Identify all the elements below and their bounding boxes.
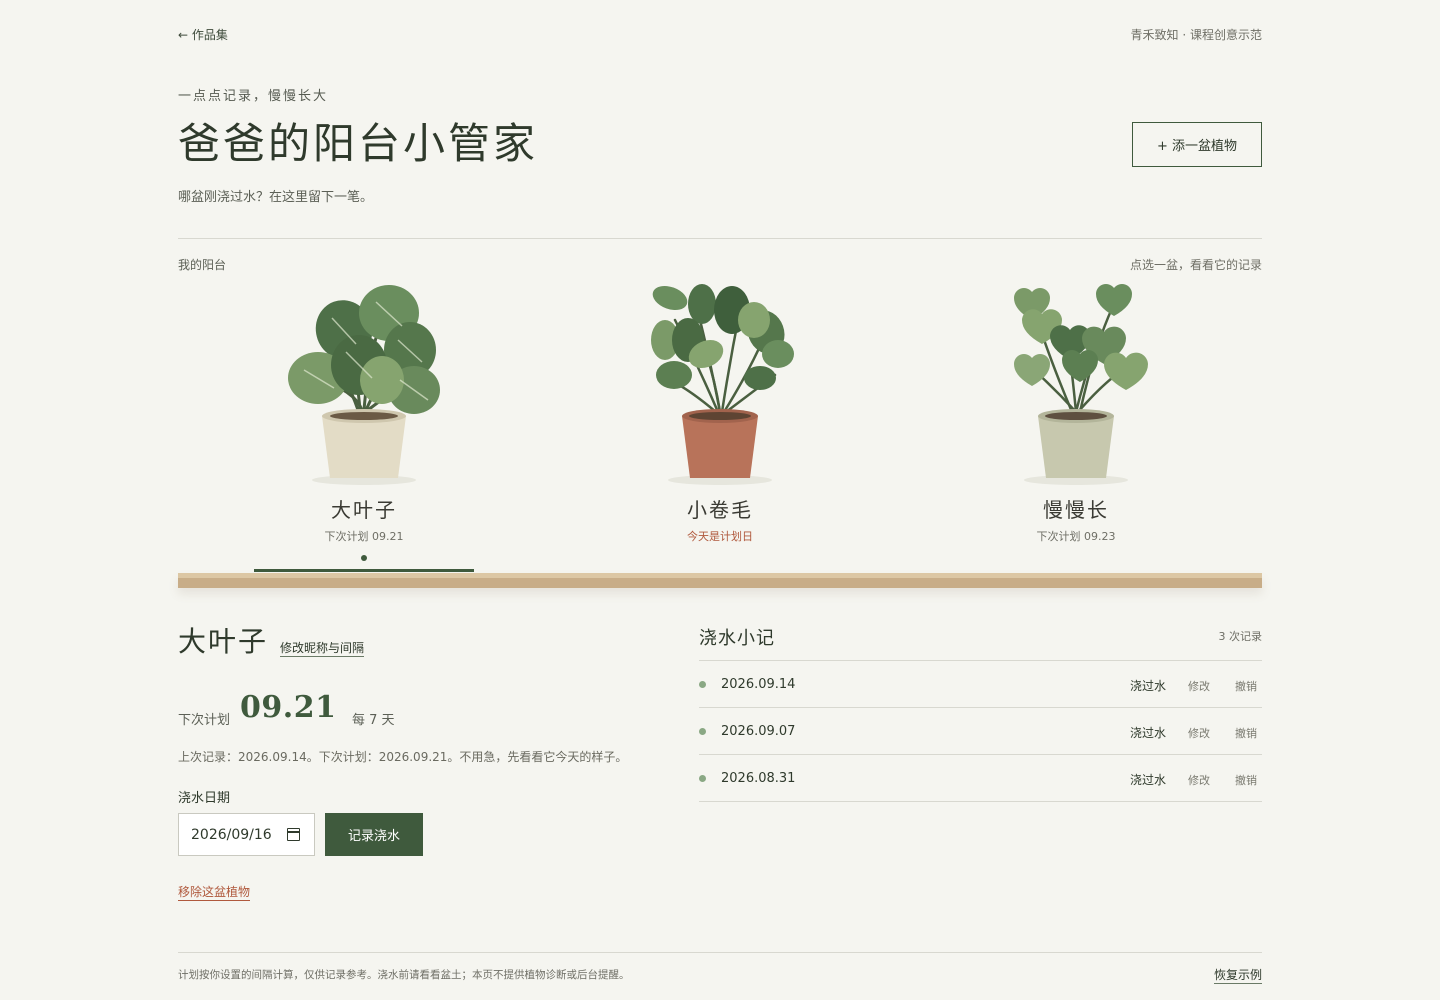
log-date: 2026.09.14 xyxy=(721,677,796,692)
log-type: 浇过水 xyxy=(1129,726,1166,740)
divider xyxy=(178,238,1262,239)
next-plan-label: 下次计划 xyxy=(178,713,231,728)
selected-plant-name: 大叶子 xyxy=(178,625,269,658)
plant-card-curly[interactable]: 小卷毛 今天是计划日 xyxy=(610,280,830,572)
add-plant-button[interactable]: + 添一盆植物 xyxy=(1132,122,1262,167)
log-dot-icon xyxy=(699,728,706,735)
watering-date-label: 浇水日期 xyxy=(178,791,231,806)
plant-next-watering: 下次计划 09.23 xyxy=(1036,530,1116,543)
selected-indicator-bar xyxy=(254,569,474,572)
balcony-label: 我的阳台 xyxy=(178,258,227,272)
heart-leaf-plant-icon xyxy=(1014,284,1148,485)
plant-name: 小卷毛 xyxy=(687,498,753,522)
page-title: 爸爸的阳台小管家 xyxy=(178,119,539,168)
log-date: 2026.09.07 xyxy=(721,724,796,739)
log-type: 浇过水 xyxy=(1129,773,1166,787)
watering-date-input[interactable]: 2026/09/16 xyxy=(178,813,315,856)
balcony-hint: 点选一盆，看看它的记录 xyxy=(1129,258,1262,272)
balcony-shelf xyxy=(178,573,1262,588)
log-dot-icon xyxy=(699,681,706,688)
back-to-portfolio-link[interactable]: ← 作品集 xyxy=(178,26,228,43)
watering-log-list: 2026.09.14 浇过水 修改 撤销 2026.09.07 浇过水 修改 撤… xyxy=(699,660,1262,802)
log-row: 2026.09.14 浇过水 修改 撤销 xyxy=(699,661,1262,708)
curly-leaf-plant-icon xyxy=(651,284,794,485)
watering-log-title: 浇水小记 xyxy=(699,628,775,649)
log-edit-button[interactable]: 修改 xyxy=(1188,772,1210,788)
plant-card-slow[interactable]: 慢慢长 下次计划 09.23 xyxy=(966,280,1186,572)
log-row: 2026.09.07 浇过水 修改 撤销 xyxy=(699,708,1262,755)
log-undo-button[interactable]: 撤销 xyxy=(1235,678,1257,694)
eyebrow-text: 一点点记录，慢慢长大 xyxy=(178,89,329,104)
plant-name: 大叶子 xyxy=(331,498,397,522)
divider xyxy=(178,952,1262,953)
log-type: 浇过水 xyxy=(1129,679,1166,693)
page: ← 作品集 青禾致知 · 课程创意示范 一点点记录，慢慢长大 爸爸的阳台小管家 … xyxy=(178,0,1262,1000)
log-undo-button[interactable]: 撤销 xyxy=(1235,772,1257,788)
plant-card-big-leaf[interactable]: 大叶子 下次计划 09.21 xyxy=(254,280,474,572)
watering-date-value: 2026/09/16 xyxy=(191,826,272,843)
log-row: 2026.08.31 浇过水 修改 撤销 xyxy=(699,755,1262,802)
page-subtitle: 哪盆刚浇过水？在这里留下一笔。 xyxy=(178,190,374,205)
watering-log-count: 3 次记录 xyxy=(1218,630,1263,643)
log-dot-icon xyxy=(699,775,706,782)
log-date: 2026.08.31 xyxy=(721,771,796,786)
remove-plant-link[interactable]: 移除这盆植物 xyxy=(178,883,251,901)
plant-next-watering: 下次计划 09.21 xyxy=(324,530,404,543)
edit-nickname-interval-link[interactable]: 修改昵称与间隔 xyxy=(280,639,365,657)
log-edit-button[interactable]: 修改 xyxy=(1188,725,1210,741)
footer-note: 计划按你设置的间隔计算，仅供记录参考。浇水前请看看盆土；本页不提供植物诊断或后台… xyxy=(178,969,630,981)
calendar-icon[interactable] xyxy=(287,828,300,841)
watering-status-text: 上次记录：2026.09.14。下次计划：2026.09.21。不用急，先看看它… xyxy=(178,750,628,764)
plant-next-watering: 今天是计划日 xyxy=(687,530,753,543)
selected-indicator-dot xyxy=(361,555,367,561)
watering-interval: 每 7 天 xyxy=(352,713,395,728)
restore-example-link[interactable]: 恢复示例 xyxy=(1213,966,1262,984)
round-leaf-plant-icon xyxy=(288,285,440,485)
plant-name: 慢慢长 xyxy=(1043,498,1109,522)
record-watering-button[interactable]: 记录浇水 xyxy=(325,813,423,856)
next-plan-date: 09.21 xyxy=(240,690,337,725)
log-edit-button[interactable]: 修改 xyxy=(1188,678,1210,694)
credit-text: 青禾致知 · 课程创意示范 xyxy=(1130,28,1262,42)
log-undo-button[interactable]: 撤销 xyxy=(1235,725,1257,741)
top-bar: ← 作品集 青禾致知 · 课程创意示范 xyxy=(178,26,1262,44)
